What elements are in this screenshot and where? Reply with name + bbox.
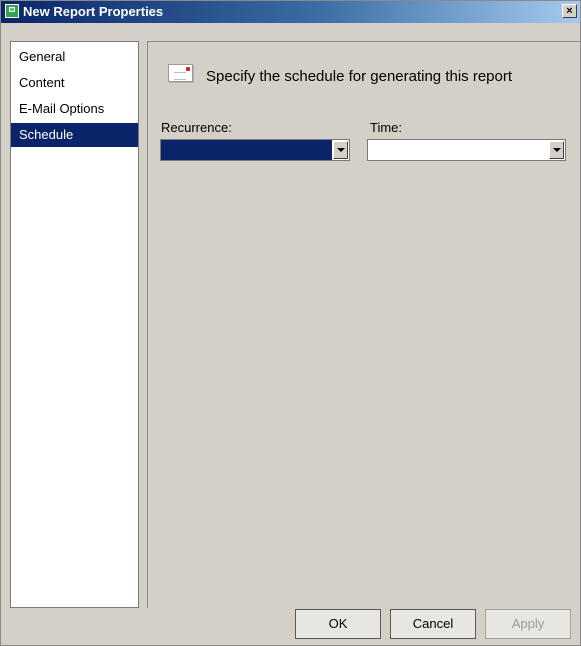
cancel-button[interactable]: Cancel bbox=[390, 609, 476, 639]
close-icon[interactable]: × bbox=[562, 4, 577, 18]
report-properties-dialog: New Report Properties × General Content … bbox=[0, 0, 581, 646]
title-bar[interactable]: New Report Properties × bbox=[1, 1, 580, 23]
recurrence-label: Recurrence: bbox=[161, 120, 232, 135]
recurrence-dropdown[interactable] bbox=[160, 139, 350, 161]
time-value bbox=[368, 140, 548, 160]
chevron-down-icon[interactable] bbox=[549, 141, 564, 159]
time-dropdown[interactable] bbox=[367, 139, 566, 161]
time-label: Time: bbox=[370, 120, 403, 135]
category-list: General Content E-Mail Options Schedule bbox=[10, 41, 139, 608]
recurrence-value bbox=[161, 140, 332, 160]
apply-button[interactable]: Apply bbox=[485, 609, 571, 639]
chevron-down-icon[interactable] bbox=[333, 141, 348, 159]
app-icon bbox=[5, 4, 19, 18]
nav-item-schedule[interactable]: Schedule bbox=[11, 123, 138, 147]
ok-button[interactable]: OK bbox=[295, 609, 381, 639]
nav-item-general[interactable]: General bbox=[11, 45, 138, 69]
report-envelope-icon bbox=[168, 64, 193, 82]
panel-heading: Specify the schedule for generating this… bbox=[206, 68, 513, 85]
schedule-panel: Specify the schedule for generating this… bbox=[147, 41, 580, 608]
nav-item-email-options[interactable]: E-Mail Options bbox=[11, 97, 138, 121]
nav-item-content[interactable]: Content bbox=[11, 71, 138, 95]
window-title: New Report Properties bbox=[23, 4, 164, 19]
